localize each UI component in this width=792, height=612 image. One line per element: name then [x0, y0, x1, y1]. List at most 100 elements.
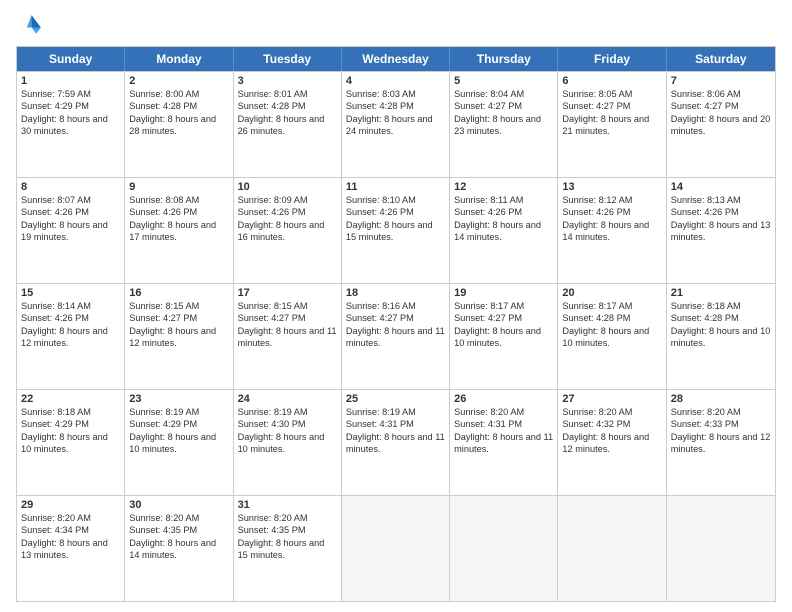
calendar-row-5: 29 Sunrise: 8:20 AMSunset: 4:34 PMDaylig…	[17, 495, 775, 601]
day-number: 24	[238, 393, 337, 405]
empty-cell	[450, 496, 558, 601]
day-header-saturday: Saturday	[667, 47, 775, 71]
day-cell-24: 24 Sunrise: 8:19 AMSunset: 4:30 PMDaylig…	[234, 390, 342, 495]
day-info: Sunrise: 8:15 AMSunset: 4:27 PMDaylight:…	[238, 300, 337, 350]
day-header-monday: Monday	[125, 47, 233, 71]
day-cell-18: 18 Sunrise: 8:16 AMSunset: 4:27 PMDaylig…	[342, 284, 450, 389]
day-number: 8	[21, 181, 120, 193]
day-info: Sunrise: 8:20 AMSunset: 4:35 PMDaylight:…	[238, 512, 337, 562]
day-info: Sunrise: 8:19 AMSunset: 4:31 PMDaylight:…	[346, 406, 445, 456]
logo-icon	[16, 12, 44, 40]
day-header-thursday: Thursday	[450, 47, 558, 71]
empty-cell	[667, 496, 775, 601]
day-info: Sunrise: 8:14 AMSunset: 4:26 PMDaylight:…	[21, 300, 120, 350]
day-info: Sunrise: 8:16 AMSunset: 4:27 PMDaylight:…	[346, 300, 445, 350]
day-number: 2	[129, 75, 228, 87]
day-cell-3: 3 Sunrise: 8:01 AMSunset: 4:28 PMDayligh…	[234, 72, 342, 177]
day-number: 12	[454, 181, 553, 193]
calendar-body: 1 Sunrise: 7:59 AMSunset: 4:29 PMDayligh…	[17, 71, 775, 601]
empty-cell	[342, 496, 450, 601]
day-info: Sunrise: 8:04 AMSunset: 4:27 PMDaylight:…	[454, 88, 553, 138]
day-info: Sunrise: 8:08 AMSunset: 4:26 PMDaylight:…	[129, 194, 228, 244]
day-cell-10: 10 Sunrise: 8:09 AMSunset: 4:26 PMDaylig…	[234, 178, 342, 283]
logo	[16, 12, 48, 40]
day-cell-14: 14 Sunrise: 8:13 AMSunset: 4:26 PMDaylig…	[667, 178, 775, 283]
day-info: Sunrise: 8:18 AMSunset: 4:29 PMDaylight:…	[21, 406, 120, 456]
day-number: 22	[21, 393, 120, 405]
day-number: 5	[454, 75, 553, 87]
empty-cell	[558, 496, 666, 601]
day-info: Sunrise: 8:19 AMSunset: 4:29 PMDaylight:…	[129, 406, 228, 456]
day-info: Sunrise: 8:13 AMSunset: 4:26 PMDaylight:…	[671, 194, 771, 244]
day-header-wednesday: Wednesday	[342, 47, 450, 71]
day-info: Sunrise: 8:01 AMSunset: 4:28 PMDaylight:…	[238, 88, 337, 138]
day-number: 17	[238, 287, 337, 299]
day-number: 4	[346, 75, 445, 87]
day-cell-4: 4 Sunrise: 8:03 AMSunset: 4:28 PMDayligh…	[342, 72, 450, 177]
day-info: Sunrise: 8:15 AMSunset: 4:27 PMDaylight:…	[129, 300, 228, 350]
day-info: Sunrise: 8:20 AMSunset: 4:34 PMDaylight:…	[21, 512, 120, 562]
day-cell-26: 26 Sunrise: 8:20 AMSunset: 4:31 PMDaylig…	[450, 390, 558, 495]
day-number: 25	[346, 393, 445, 405]
day-cell-17: 17 Sunrise: 8:15 AMSunset: 4:27 PMDaylig…	[234, 284, 342, 389]
day-cell-6: 6 Sunrise: 8:05 AMSunset: 4:27 PMDayligh…	[558, 72, 666, 177]
day-cell-23: 23 Sunrise: 8:19 AMSunset: 4:29 PMDaylig…	[125, 390, 233, 495]
day-header-sunday: Sunday	[17, 47, 125, 71]
day-cell-7: 7 Sunrise: 8:06 AMSunset: 4:27 PMDayligh…	[667, 72, 775, 177]
day-number: 7	[671, 75, 771, 87]
calendar-row-4: 22 Sunrise: 8:18 AMSunset: 4:29 PMDaylig…	[17, 389, 775, 495]
day-cell-19: 19 Sunrise: 8:17 AMSunset: 4:27 PMDaylig…	[450, 284, 558, 389]
day-number: 6	[562, 75, 661, 87]
calendar-row-1: 1 Sunrise: 7:59 AMSunset: 4:29 PMDayligh…	[17, 71, 775, 177]
day-number: 20	[562, 287, 661, 299]
day-info: Sunrise: 8:17 AMSunset: 4:27 PMDaylight:…	[454, 300, 553, 350]
day-cell-25: 25 Sunrise: 8:19 AMSunset: 4:31 PMDaylig…	[342, 390, 450, 495]
day-number: 31	[238, 499, 337, 511]
day-info: Sunrise: 8:20 AMSunset: 4:35 PMDaylight:…	[129, 512, 228, 562]
calendar-row-2: 8 Sunrise: 8:07 AMSunset: 4:26 PMDayligh…	[17, 177, 775, 283]
day-info: Sunrise: 8:00 AMSunset: 4:28 PMDaylight:…	[129, 88, 228, 138]
day-number: 16	[129, 287, 228, 299]
day-cell-20: 20 Sunrise: 8:17 AMSunset: 4:28 PMDaylig…	[558, 284, 666, 389]
day-number: 14	[671, 181, 771, 193]
day-cell-15: 15 Sunrise: 8:14 AMSunset: 4:26 PMDaylig…	[17, 284, 125, 389]
day-number: 10	[238, 181, 337, 193]
day-cell-29: 29 Sunrise: 8:20 AMSunset: 4:34 PMDaylig…	[17, 496, 125, 601]
day-number: 27	[562, 393, 661, 405]
day-number: 26	[454, 393, 553, 405]
day-cell-9: 9 Sunrise: 8:08 AMSunset: 4:26 PMDayligh…	[125, 178, 233, 283]
day-number: 29	[21, 499, 120, 511]
day-info: Sunrise: 8:09 AMSunset: 4:26 PMDaylight:…	[238, 194, 337, 244]
day-cell-30: 30 Sunrise: 8:20 AMSunset: 4:35 PMDaylig…	[125, 496, 233, 601]
day-cell-31: 31 Sunrise: 8:20 AMSunset: 4:35 PMDaylig…	[234, 496, 342, 601]
day-info: Sunrise: 8:12 AMSunset: 4:26 PMDaylight:…	[562, 194, 661, 244]
day-cell-16: 16 Sunrise: 8:15 AMSunset: 4:27 PMDaylig…	[125, 284, 233, 389]
day-cell-27: 27 Sunrise: 8:20 AMSunset: 4:32 PMDaylig…	[558, 390, 666, 495]
day-cell-8: 8 Sunrise: 8:07 AMSunset: 4:26 PMDayligh…	[17, 178, 125, 283]
day-header-tuesday: Tuesday	[234, 47, 342, 71]
day-info: Sunrise: 8:17 AMSunset: 4:28 PMDaylight:…	[562, 300, 661, 350]
day-info: Sunrise: 8:10 AMSunset: 4:26 PMDaylight:…	[346, 194, 445, 244]
day-cell-11: 11 Sunrise: 8:10 AMSunset: 4:26 PMDaylig…	[342, 178, 450, 283]
day-cell-12: 12 Sunrise: 8:11 AMSunset: 4:26 PMDaylig…	[450, 178, 558, 283]
day-number: 11	[346, 181, 445, 193]
day-cell-2: 2 Sunrise: 8:00 AMSunset: 4:28 PMDayligh…	[125, 72, 233, 177]
day-number: 23	[129, 393, 228, 405]
day-info: Sunrise: 8:03 AMSunset: 4:28 PMDaylight:…	[346, 88, 445, 138]
day-info: Sunrise: 8:06 AMSunset: 4:27 PMDaylight:…	[671, 88, 771, 138]
day-info: Sunrise: 8:20 AMSunset: 4:33 PMDaylight:…	[671, 406, 771, 456]
day-info: Sunrise: 8:11 AMSunset: 4:26 PMDaylight:…	[454, 194, 553, 244]
day-number: 30	[129, 499, 228, 511]
day-number: 28	[671, 393, 771, 405]
day-header-friday: Friday	[558, 47, 666, 71]
day-info: Sunrise: 8:20 AMSunset: 4:32 PMDaylight:…	[562, 406, 661, 456]
day-info: Sunrise: 8:20 AMSunset: 4:31 PMDaylight:…	[454, 406, 553, 456]
day-number: 21	[671, 287, 771, 299]
calendar-row-3: 15 Sunrise: 8:14 AMSunset: 4:26 PMDaylig…	[17, 283, 775, 389]
day-info: Sunrise: 7:59 AMSunset: 4:29 PMDaylight:…	[21, 88, 120, 138]
day-number: 3	[238, 75, 337, 87]
day-cell-28: 28 Sunrise: 8:20 AMSunset: 4:33 PMDaylig…	[667, 390, 775, 495]
day-info: Sunrise: 8:19 AMSunset: 4:30 PMDaylight:…	[238, 406, 337, 456]
day-info: Sunrise: 8:07 AMSunset: 4:26 PMDaylight:…	[21, 194, 120, 244]
calendar-header-row: SundayMondayTuesdayWednesdayThursdayFrid…	[17, 47, 775, 71]
